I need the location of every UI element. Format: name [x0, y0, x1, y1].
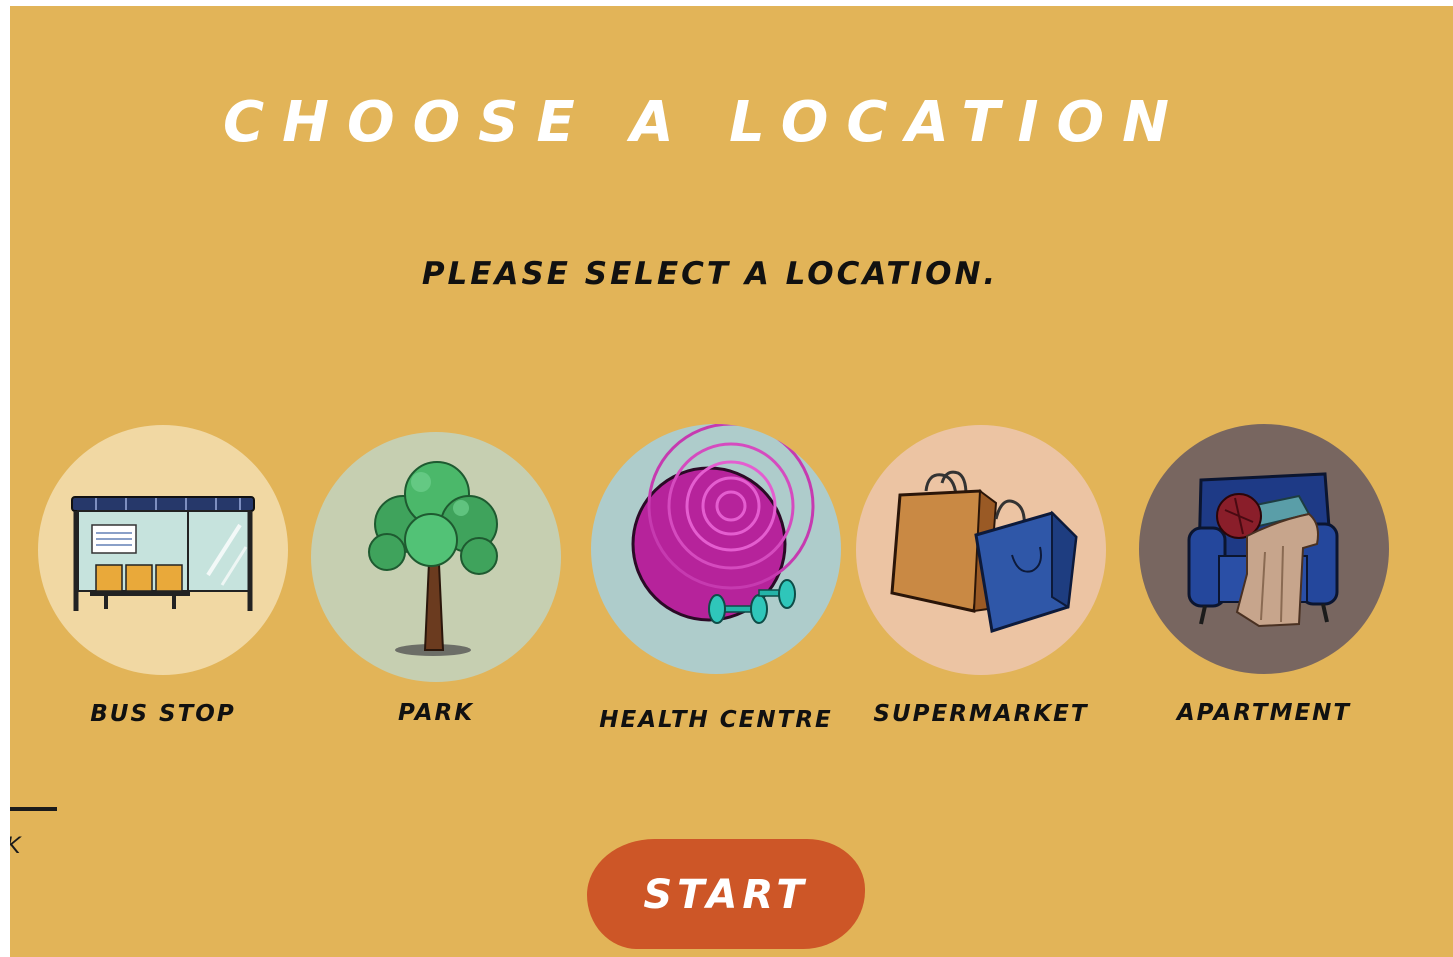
location-option-supermarket[interactable]: SUPERMARKET — [841, 425, 1121, 745]
back-link[interactable]: K — [10, 834, 20, 859]
exercise-ball-icon — [591, 424, 841, 674]
location-label: APARTMENT — [1176, 700, 1352, 726]
location-screen: CHOOSE A LOCATION PLEASE SELECT A LOCATI… — [10, 6, 1453, 957]
page-title: CHOOSE A LOCATION — [223, 90, 1187, 155]
back-underline — [10, 807, 57, 811]
location-label: PARK — [397, 700, 475, 726]
location-option-park[interactable]: PARK — [296, 424, 576, 744]
start-button[interactable]: START — [587, 839, 865, 949]
shopping-bags-icon — [856, 425, 1106, 675]
location-option-bus-stop[interactable]: BUS STOP — [23, 425, 303, 745]
tree-icon — [311, 432, 561, 682]
instruction-text: PLEASE SELECT A LOCATION. — [421, 256, 999, 292]
location-label: SUPERMARKET — [873, 701, 1089, 727]
bus-stop-icon — [38, 425, 288, 675]
location-option-apartment[interactable]: APARTMENT — [1124, 424, 1404, 744]
location-label: HEALTH CENTRE — [599, 707, 833, 733]
armchair-icon — [1139, 424, 1389, 674]
location-label: BUS STOP — [90, 701, 236, 727]
location-option-health-centre[interactable]: HEALTH CENTRE — [576, 424, 856, 744]
